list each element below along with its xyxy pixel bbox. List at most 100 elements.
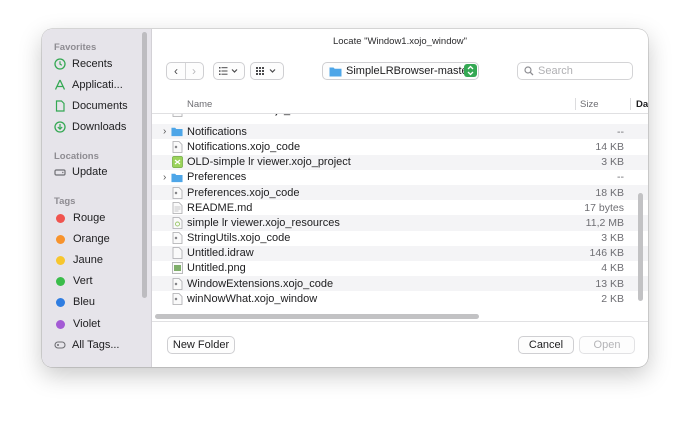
sidebar-item-label: Recents — [72, 58, 113, 70]
sidebar-item-label: All Tags... — [72, 339, 120, 351]
file-name: Notifications.xojo_code — [187, 140, 301, 153]
sidebar-item-applications[interactable]: Applicati... — [54, 76, 144, 94]
sidebar-item-label: Vert — [73, 275, 93, 287]
file-row[interactable]: Untitled.idraw 146 KB — [152, 245, 648, 261]
sidebar-tag-jaune[interactable]: Jaune — [54, 251, 144, 269]
file-row[interactable]: Notifications.xojo_code 14 KB — [152, 139, 648, 154]
file-row[interactable]: Preferences.xojo_code 18 KB — [152, 184, 648, 201]
file-size: -- — [617, 171, 624, 184]
column-header: Name Size Da — [152, 95, 648, 114]
disclosure-chevron-icon[interactable]: › — [163, 172, 171, 183]
column-divider[interactable] — [630, 98, 631, 110]
sidebar-tag-violet[interactable]: Violet — [54, 315, 144, 333]
file-row[interactable]: Untitled.png 4 KB — [152, 261, 648, 276]
sidebar-tag-vert[interactable]: Vert — [54, 272, 144, 290]
sidebar-item-label: Violet — [73, 318, 101, 330]
sidebar-section-tags: Tags — [54, 196, 76, 207]
tag-color-dot — [56, 297, 65, 307]
file-size: 3 KB — [601, 232, 624, 245]
sidebar-item-label: Rouge — [73, 212, 106, 224]
back-button[interactable]: ‹ — [168, 63, 185, 79]
tag-color-dot — [56, 319, 65, 329]
list-view-button[interactable] — [213, 62, 245, 80]
vertical-scrollbar[interactable] — [638, 193, 643, 301]
open-file-dialog: Favorites Recents Applicati... Documents… — [42, 29, 648, 367]
sidebar-item-label: Update — [72, 166, 108, 178]
grid-view-button[interactable] — [250, 62, 284, 80]
folder-icon — [329, 66, 342, 77]
forward-button[interactable]: › — [186, 63, 203, 79]
file-name: simple lr viewer.xojo_resources — [187, 216, 340, 229]
search-icon — [524, 66, 534, 76]
popup-stepper-icon — [464, 64, 477, 77]
main-pane: Locate "Window1.xojo_window" ‹ › SimpleL… — [152, 29, 648, 367]
file-row[interactable]: WindowExtensions.xojo_code 13 KB — [152, 276, 648, 292]
tag-icon — [54, 339, 66, 351]
sidebar-tag-rouge[interactable]: Rouge — [54, 209, 144, 227]
tag-color-dot — [56, 276, 65, 286]
search-field[interactable]: Search — [517, 62, 633, 80]
file-list: NewsRWindow.xojo_window107 KB›Notificati… — [152, 95, 648, 319]
file-size: 3 KB — [601, 156, 624, 169]
column-divider[interactable] — [575, 98, 576, 110]
column-size[interactable]: Size — [580, 99, 598, 110]
file-row[interactable]: StringUtils.xojo_code 3 KB — [152, 231, 648, 246]
sidebar-item-label: Jaune — [73, 254, 103, 266]
file-row[interactable]: winNowWhat.xojo_window 2 KB — [152, 291, 648, 306]
file-name: StringUtils.xojo_code — [187, 232, 291, 245]
grid-view-icon — [256, 67, 276, 75]
file-row[interactable]: OLD-simple lr viewer.xojo_project 3 KB — [152, 154, 648, 170]
folder-row[interactable]: › Notifications -- — [152, 124, 648, 140]
applications-icon — [54, 79, 66, 91]
sidebar-item-update[interactable]: Update — [54, 163, 144, 181]
download-icon — [54, 121, 66, 133]
search-placeholder: Search — [538, 65, 573, 77]
xojo-file-icon — [171, 277, 183, 290]
file-size: -- — [617, 125, 624, 138]
xojo-file-icon — [171, 186, 183, 199]
file-name: winNowWhat.xojo_window — [187, 292, 318, 305]
xojo-file-icon — [171, 141, 183, 153]
footer-divider — [152, 321, 648, 322]
resources-file-icon — [171, 217, 183, 229]
sidebar-item-label: Downloads — [72, 121, 127, 133]
file-size: 18 KB — [595, 186, 624, 199]
column-name[interactable]: Name — [187, 99, 212, 110]
column-date[interactable]: Da — [636, 99, 648, 110]
tag-color-dot — [56, 213, 65, 223]
current-folder-label: SimpleLRBrowser-master — [346, 65, 472, 77]
xojo-project-icon — [171, 156, 183, 169]
sidebar-item-label: Orange — [73, 233, 110, 245]
file-row[interactable]: README.md 17 bytes — [152, 200, 648, 215]
file-rows: NewsRWindow.xojo_window107 KB›Notificati… — [152, 104, 648, 306]
sidebar: Favorites Recents Applicati... Documents… — [42, 29, 152, 367]
file-size: 2 KB — [601, 292, 624, 305]
file-name: Untitled.idraw — [187, 247, 254, 260]
horizontal-scrollbar[interactable] — [155, 314, 479, 319]
sidebar-tag-orange[interactable]: Orange — [54, 230, 144, 248]
clock-icon — [54, 58, 66, 70]
file-size: 11,2 MB — [585, 216, 624, 229]
sidebar-item-label: Bleu — [73, 296, 96, 308]
open-button[interactable]: Open — [579, 336, 635, 354]
folder-location-popup[interactable]: SimpleLRBrowser-master — [322, 62, 479, 80]
sidebar-item-downloads[interactable]: Downloads — [54, 118, 144, 136]
new-folder-button[interactable]: New Folder — [167, 336, 235, 354]
file-name: Preferences.xojo_code — [187, 186, 300, 199]
file-size: 13 KB — [595, 277, 624, 290]
image-file-icon — [171, 262, 183, 275]
xojo-file-icon — [171, 232, 183, 244]
file-row[interactable]: simple lr viewer.xojo_resources 11,2 MB — [152, 215, 648, 231]
sidebar-item-documents[interactable]: Documents — [54, 97, 144, 115]
cancel-button[interactable]: Cancel — [518, 336, 574, 354]
sidebar-tag-bleu[interactable]: Bleu — [54, 293, 144, 311]
disclosure-chevron-icon[interactable]: › — [163, 126, 171, 137]
sidebar-section-locations: Locations — [54, 151, 99, 162]
file-name: Preferences — [187, 171, 247, 184]
text-file-icon — [171, 201, 183, 214]
sidebar-item-recents[interactable]: Recents — [54, 55, 144, 73]
sidebar-all-tags[interactable]: All Tags... — [54, 336, 144, 354]
folder-row[interactable]: › Preferences -- — [152, 170, 648, 185]
file-name: Notifications — [187, 125, 247, 138]
sidebar-item-label: Documents — [72, 100, 128, 112]
